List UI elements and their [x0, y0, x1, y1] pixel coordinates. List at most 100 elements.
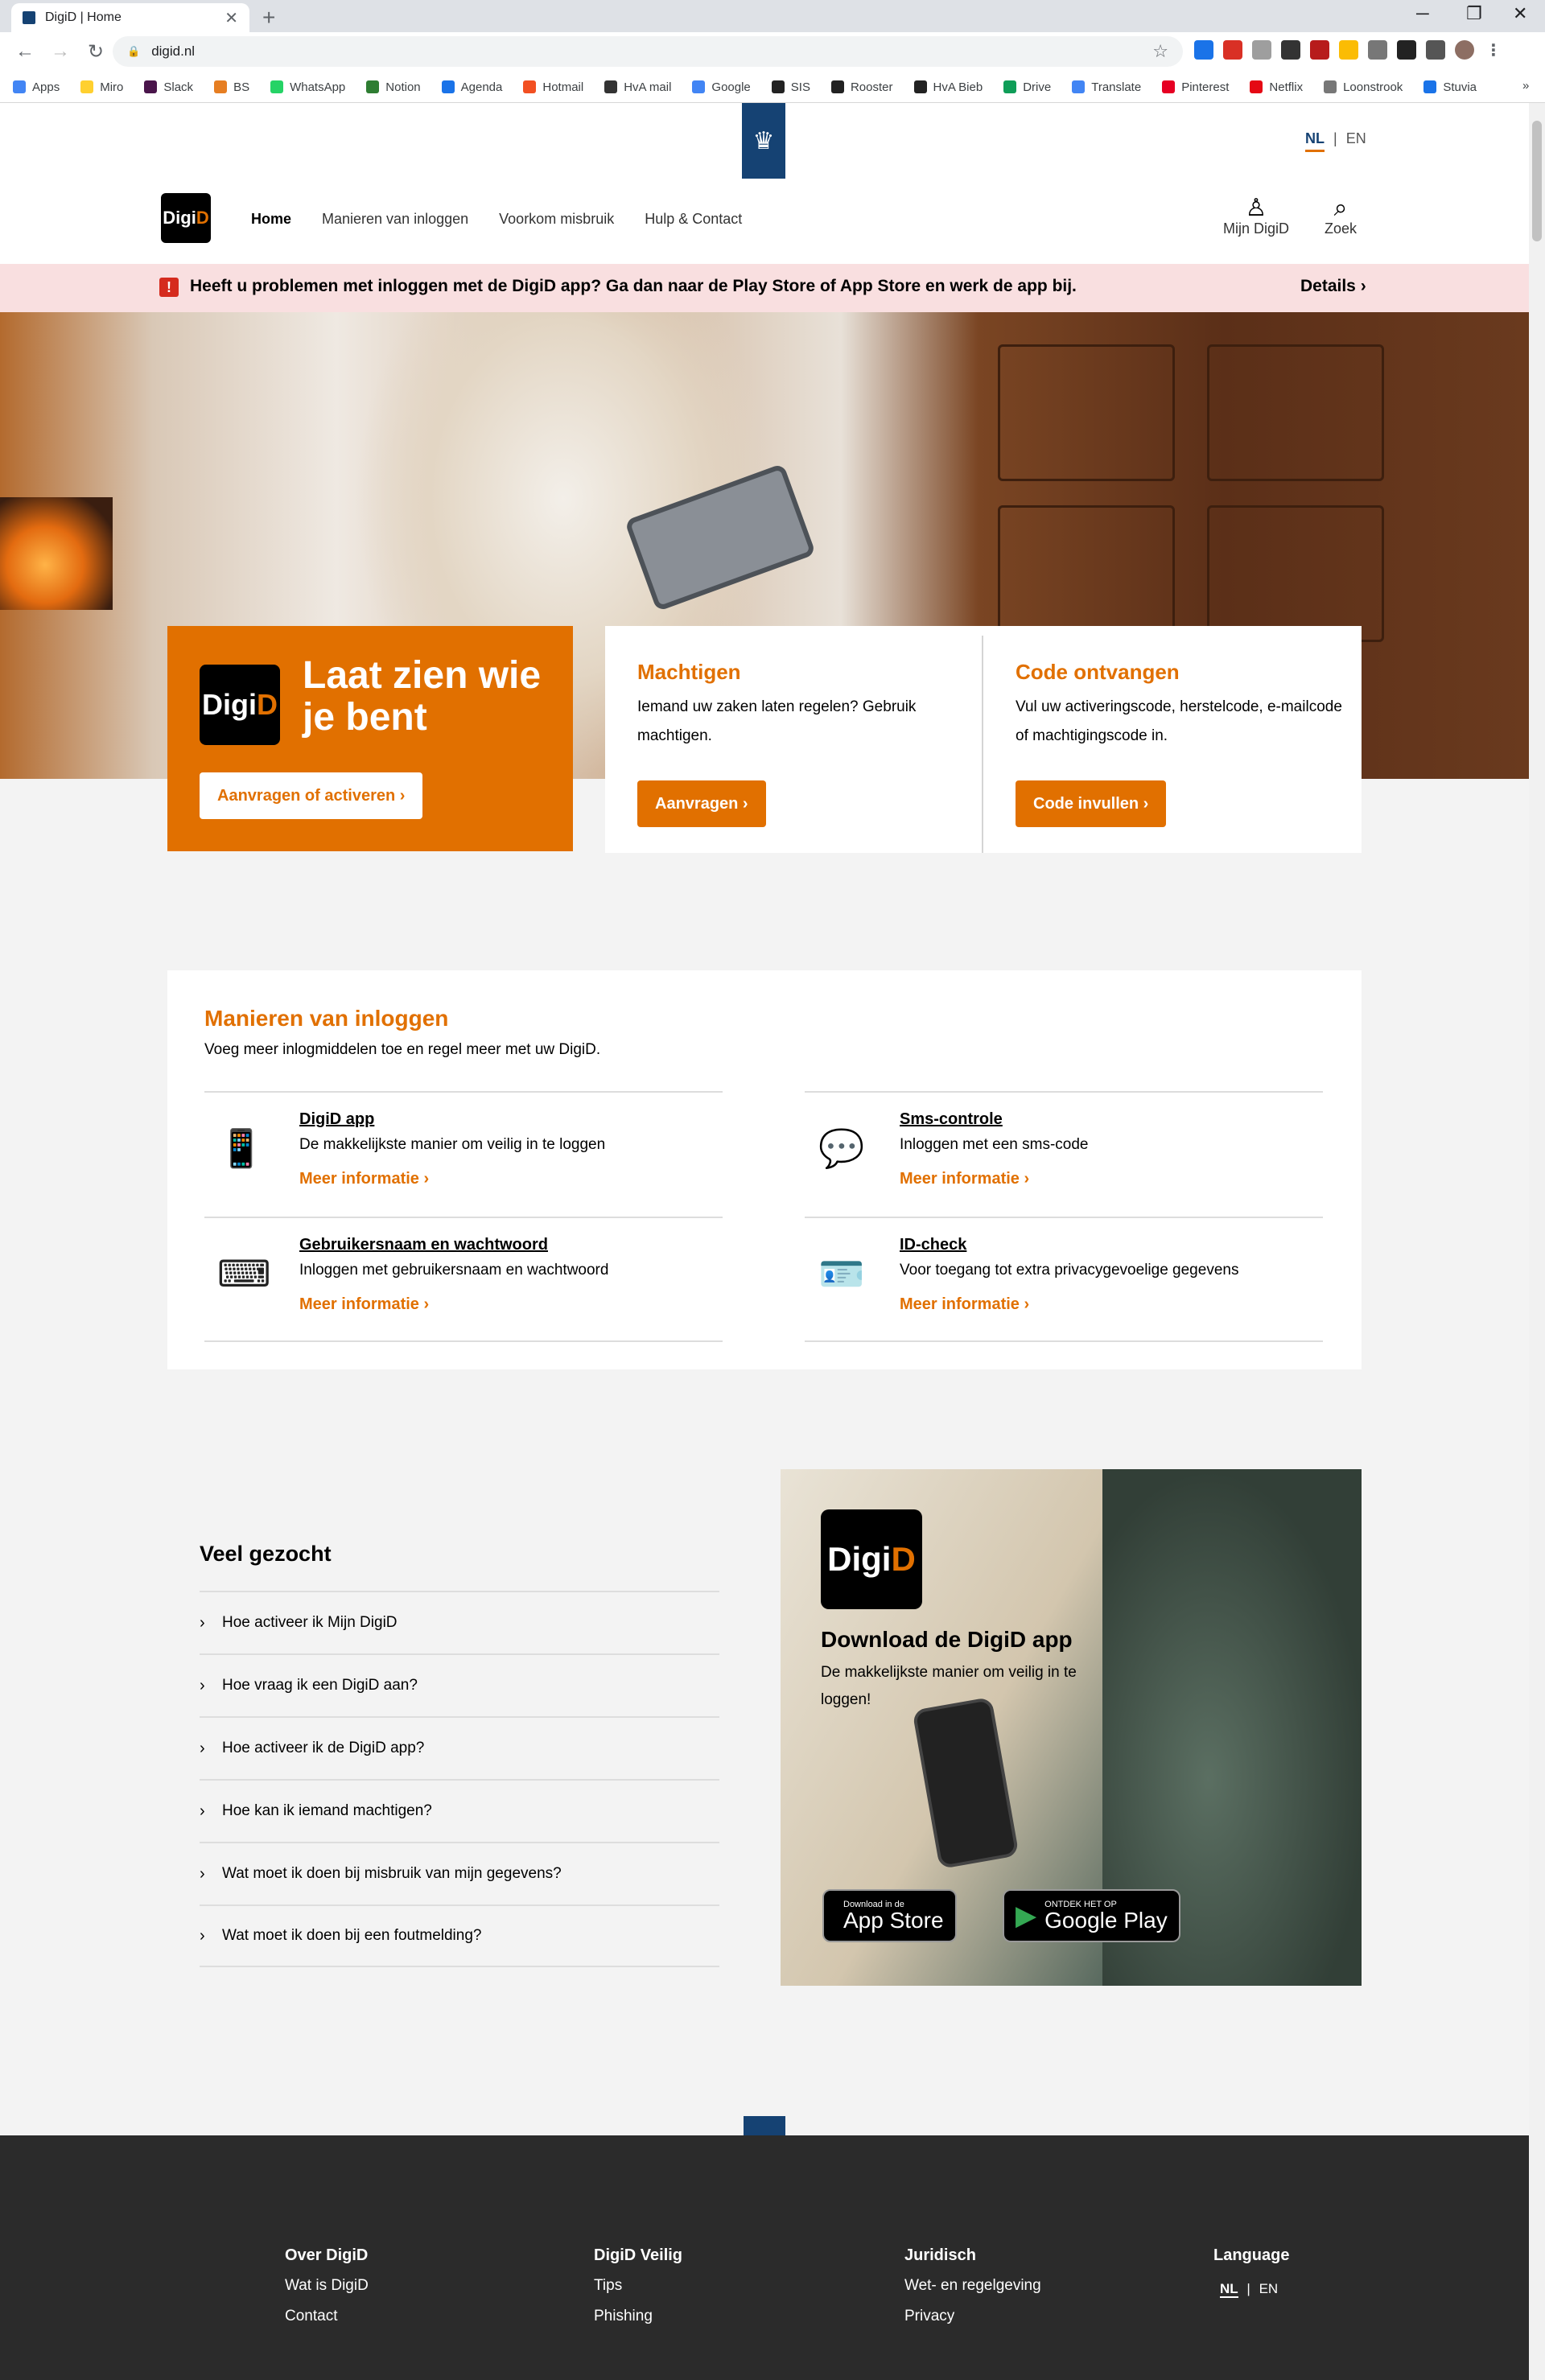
puzzle-icon[interactable]	[1426, 40, 1445, 60]
lang-en[interactable]: EN	[1259, 2281, 1279, 2296]
app-store-badge[interactable]: Download in de App Store	[822, 1889, 957, 1942]
bookmark-star-icon[interactable]: ☆	[1152, 41, 1168, 62]
bookmark-item[interactable]: HvA mail	[604, 80, 671, 94]
bookmark-item[interactable]: SIS	[771, 80, 810, 94]
lang-nl[interactable]: NL	[1220, 2281, 1238, 2298]
bookmark-item[interactable]: Pinterest	[1162, 80, 1229, 94]
section-title: Veel gezocht	[200, 1542, 332, 1566]
close-window-button[interactable]: ✕	[1513, 3, 1527, 24]
minimize-button[interactable]: ─	[1416, 3, 1429, 24]
bookmark-icon	[1423, 80, 1437, 93]
method-title[interactable]: Sms-controle	[900, 1110, 1003, 1129]
footer-link[interactable]: Tips	[594, 2271, 682, 2301]
faq-item[interactable]: › Wat moet ik doen bij een foutmelding?	[200, 1904, 719, 1967]
footer-col-juridisch: Juridisch Wet- en regelgeving Privacy	[904, 2240, 1041, 2332]
mijn-digid-button[interactable]: ♙ Mijn DigiD	[1223, 196, 1289, 237]
bookmark-item[interactable]: WhatsApp	[270, 80, 345, 94]
bookmark-icon	[1072, 80, 1086, 93]
pdf-icon[interactable]	[1310, 40, 1329, 60]
aanvragen-button[interactable]: Aanvragen ›	[637, 780, 766, 827]
forward-arrow-icon[interactable]: →	[50, 40, 71, 63]
profile-avatar[interactable]	[1455, 40, 1474, 60]
extension-icon[interactable]	[1339, 40, 1358, 60]
method-title[interactable]: Gebruikersnaam en wachtwoord	[299, 1236, 548, 1254]
lock-icon: 🔒	[127, 45, 141, 57]
footer-link[interactable]: Wat is DigiD	[285, 2271, 369, 2301]
method-title[interactable]: DigiD app	[299, 1110, 374, 1129]
meer-informatie-link[interactable]: Meer informatie ›	[299, 1170, 429, 1188]
phone-image	[912, 1696, 1020, 1870]
nav-home[interactable]: Home	[251, 211, 291, 228]
sms-phone-icon: 💬	[818, 1127, 865, 1169]
lang-nl[interactable]: NL	[1305, 130, 1325, 152]
meer-informatie-link[interactable]: Meer informatie ›	[299, 1295, 429, 1314]
alert-banner: ! Heeft u problemen met inloggen met de …	[0, 264, 1529, 312]
bookmark-item[interactable]: BS	[214, 80, 249, 94]
adblock-icon[interactable]	[1223, 40, 1242, 60]
bookmark-item[interactable]: Miro	[80, 80, 123, 94]
bookmark-item[interactable]: Slack	[144, 80, 193, 94]
bookmark-item[interactable]: Rooster	[830, 80, 893, 94]
bookmark-item[interactable]: Apps	[13, 80, 60, 94]
extension-icon[interactable]	[1368, 40, 1387, 60]
search-button[interactable]: ⌕ Zoek	[1325, 196, 1357, 237]
new-tab-button[interactable]: +	[262, 5, 275, 31]
footer-link[interactable]: Wet- en regelgeving	[904, 2271, 1041, 2301]
faq-item[interactable]: › Hoe activeer ik de DigiD app?	[200, 1716, 719, 1779]
scrollbar[interactable]	[1529, 103, 1545, 2380]
digid-logo[interactable]: Digi D	[161, 193, 211, 243]
browser-tab[interactable]: DigiD | Home ✕	[11, 3, 249, 32]
bookmark-item[interactable]: Hotmail	[523, 80, 583, 94]
meer-informatie-link[interactable]: Meer informatie ›	[900, 1295, 1029, 1314]
rijksoverheid-crest-icon[interactable]: ♛	[742, 103, 785, 179]
nav-manieren[interactable]: Manieren van inloggen	[322, 211, 468, 228]
back-arrow-icon[interactable]: ←	[14, 40, 35, 63]
aanvragen-activeren-button[interactable]: Aanvragen of activeren ›	[200, 772, 423, 819]
nav-hulp-contact[interactable]: Hulp & Contact	[645, 211, 742, 228]
extension-icon[interactable]	[1252, 40, 1271, 60]
footer-link[interactable]: Phishing	[594, 2301, 682, 2332]
browser-toolbar: ← → ↻ 🔒 digid.nl ☆ ⋮	[0, 32, 1545, 71]
extension-icon[interactable]	[1194, 40, 1213, 60]
bookmark-item[interactable]: Notion	[366, 80, 421, 94]
bookmarks-overflow-button[interactable]: »	[1522, 79, 1529, 93]
nav-voorkom-misbruik[interactable]: Voorkom misbruik	[499, 211, 614, 228]
footer-col-veilig: DigiD Veilig Tips Phishing	[594, 2240, 682, 2332]
section-title: Manieren van inloggen	[204, 1006, 449, 1031]
faq-item[interactable]: › Hoe vraag ik een DigiD aan?	[200, 1653, 719, 1716]
bookmark-item[interactable]: Agenda	[441, 80, 502, 94]
address-bar[interactable]: 🔒 digid.nl ☆	[113, 36, 1183, 67]
method-title[interactable]: ID-check	[900, 1236, 966, 1254]
bookmark-item[interactable]: Netflix	[1250, 80, 1303, 94]
logo-text: Digi	[202, 688, 257, 721]
extension-icon[interactable]	[1281, 40, 1300, 60]
bookmark-item[interactable]: Translate	[1072, 80, 1141, 94]
bookmark-item[interactable]: Loonstrook	[1324, 80, 1403, 94]
footer-link[interactable]: Privacy	[904, 2301, 1041, 2332]
footer-language-switch: NL | EN	[1213, 2274, 1289, 2304]
scrollbar-thumb[interactable]	[1532, 121, 1542, 241]
tab-close-icon[interactable]: ✕	[225, 8, 238, 28]
lang-en[interactable]: EN	[1346, 130, 1366, 146]
main-nav: Home Manieren van inloggen Voorkom misbr…	[251, 211, 742, 228]
faq-item[interactable]: › Hoe activeer ik Mijn DigiD	[200, 1591, 719, 1653]
notion-icon[interactable]	[1397, 40, 1416, 60]
alert-details-link[interactable]: Details ›	[1300, 277, 1366, 296]
faq-item[interactable]: › Hoe kan ik iemand machtigen?	[200, 1779, 719, 1842]
hero-orange-card: Digi D Laat zien wie je bent Aanvragen of…	[167, 626, 573, 851]
bookmark-item[interactable]: Drive	[1003, 80, 1051, 94]
bookmark-item[interactable]: HvA Bieb	[913, 80, 983, 94]
faq-item[interactable]: › Wat moet ik doen bij misbruik van mijn …	[200, 1842, 719, 1904]
footer-link[interactable]: Contact	[285, 2301, 369, 2332]
bookmark-icon	[270, 80, 284, 93]
menu-dots-icon[interactable]: ⋮	[1484, 40, 1503, 60]
restore-button[interactable]: ❐	[1466, 3, 1482, 24]
bookmark-item[interactable]: Google	[692, 80, 751, 94]
bookmark-icon	[830, 80, 844, 93]
bookmark-item[interactable]: Stuvia	[1423, 80, 1477, 94]
code-invullen-button[interactable]: Code invullen ›	[1016, 780, 1167, 827]
meer-informatie-link[interactable]: Meer informatie ›	[900, 1170, 1029, 1188]
mijn-digid-label: Mijn DigiD	[1223, 220, 1290, 237]
google-play-badge[interactable]: ▶ ONTDEK HET OP Google Play	[1003, 1889, 1180, 1942]
reload-icon[interactable]: ↻	[85, 40, 106, 64]
